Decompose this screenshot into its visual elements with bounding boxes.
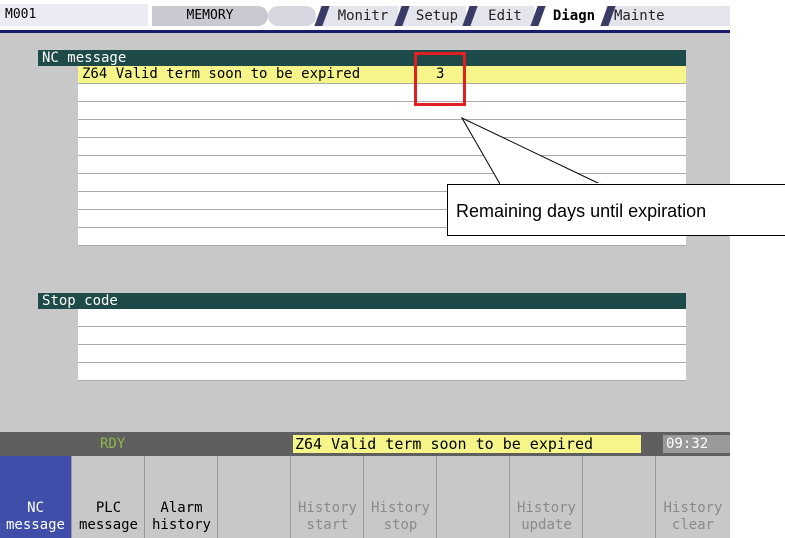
callout-label: Remaining days until expiration (447, 184, 785, 236)
callout-pointer (460, 116, 601, 185)
